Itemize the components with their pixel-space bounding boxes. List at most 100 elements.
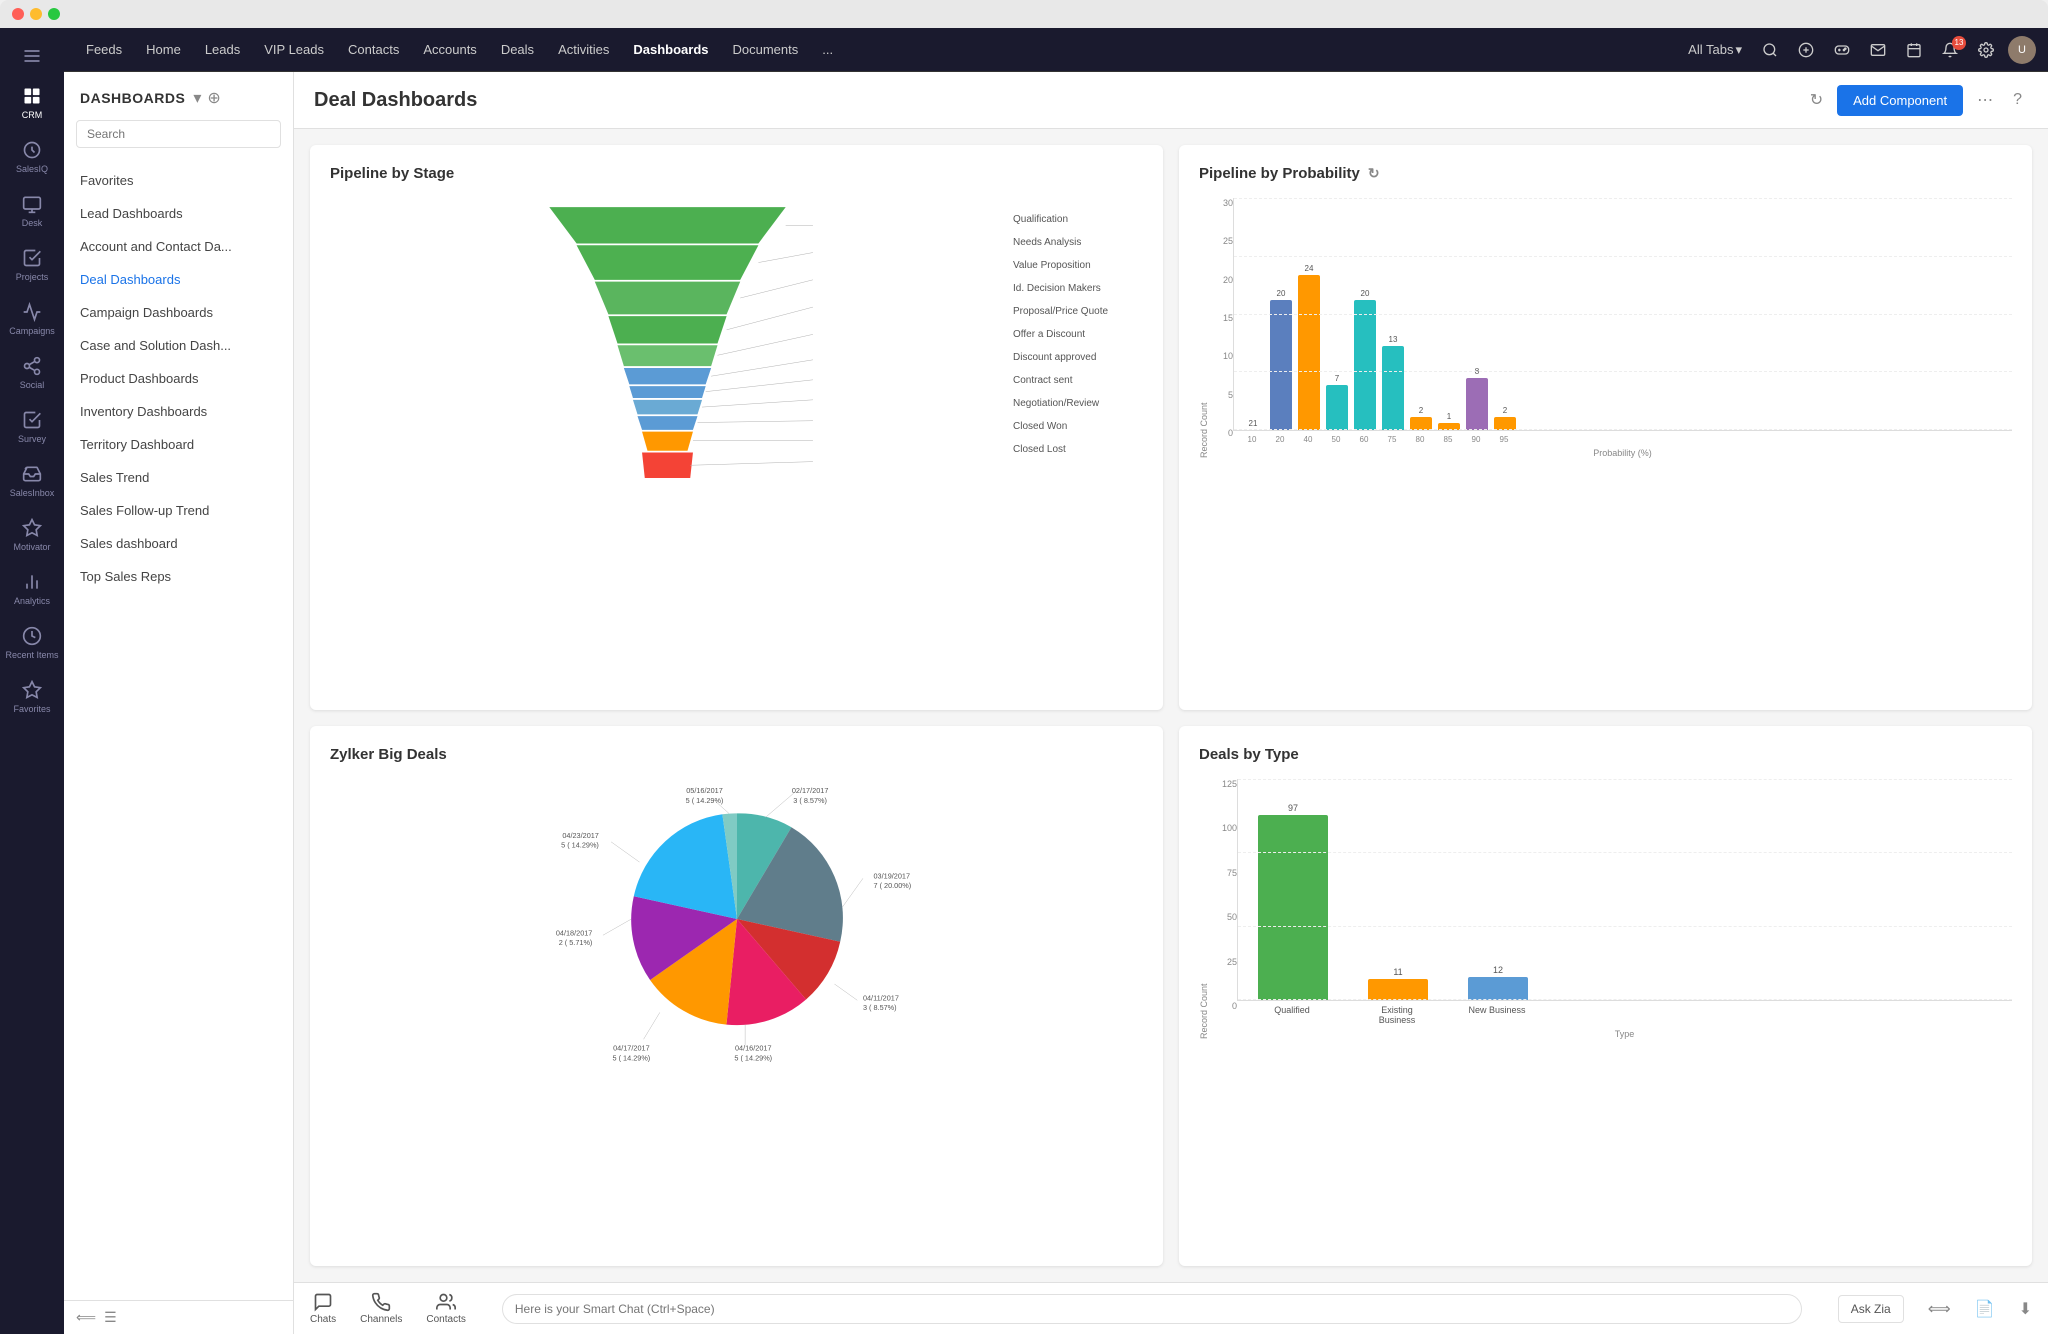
bottom-icon-3[interactable]: ⬇ [2019, 1299, 2032, 1319]
sidebar-nav-sales-trend[interactable]: Sales Trend [64, 461, 293, 494]
nav-dashboards[interactable]: Dashboards [623, 36, 718, 63]
bar-value-new: 12 [1493, 965, 1503, 975]
sidebar-nav-product-dashboards[interactable]: Product Dashboards [64, 362, 293, 395]
notification-count: 13 [1952, 36, 1966, 50]
top-nav-right: All Tabs ▾ [1682, 36, 2036, 64]
nav-activities[interactable]: Activities [548, 36, 619, 63]
sidebar-item-salesiq-label: SalesIQ [16, 164, 48, 174]
deals-type-axes: Record Count 125 100 75 50 25 0 [1199, 779, 1237, 1039]
sidebar-nav-top-sales-reps[interactable]: Top Sales Reps [64, 560, 293, 593]
close-window-btn[interactable] [12, 8, 24, 20]
more-options-btn[interactable]: ⋯ [1971, 84, 1999, 116]
pie-label-0516: 05/16/2017 [686, 786, 723, 795]
sidebar-nav-campaign-dashboards[interactable]: Campaign Dashboards [64, 296, 293, 329]
funnel-labels: Qualification Needs Analysis Value Propo… [1013, 198, 1143, 455]
search-input[interactable] [76, 120, 281, 148]
contacts-btn[interactable]: Contacts [426, 1292, 465, 1325]
refresh-btn[interactable]: ↻ [1804, 84, 1829, 116]
channels-btn[interactable]: Channels [360, 1292, 402, 1325]
smart-chat-input[interactable] [502, 1294, 1802, 1324]
page-title: Deal Dashboards [314, 89, 477, 112]
sidebar-search [64, 116, 293, 160]
sidebar-item-analytics[interactable]: Analytics [1, 562, 62, 616]
deals-type-x-axis-title: Type [1237, 1029, 2012, 1039]
sidebar-item-survey[interactable]: Survey [1, 400, 62, 454]
nav-accounts[interactable]: Accounts [413, 36, 486, 63]
window-chrome [0, 0, 2048, 28]
sidebar-nav-territory-dashboard[interactable]: Territory Dashboard [64, 428, 293, 461]
sidebar-item-favorites[interactable]: Favorites [1, 670, 62, 724]
sidebar-nav-case-solution[interactable]: Case and Solution Dash... [64, 329, 293, 362]
user-avatar[interactable]: U [2008, 36, 2036, 64]
x-label-10: 10 [1241, 435, 1263, 444]
sidebar-item-crm[interactable]: CRM [1, 76, 62, 130]
nav-documents[interactable]: Documents [723, 36, 809, 63]
sidebar-item-salesiq[interactable]: SalesIQ [1, 130, 62, 184]
sidebar-nav-account-contact[interactable]: Account and Contact Da... [64, 230, 293, 263]
bar-60 [1354, 300, 1376, 430]
funnel-label-negotiation: Negotiation/Review [1013, 398, 1143, 409]
help-btn[interactable]: ? [2007, 85, 2028, 115]
bar-group-90: 8 [1466, 367, 1488, 430]
ask-zia-btn[interactable]: Ask Zia [1838, 1295, 1904, 1323]
x-label-85: 85 [1437, 435, 1459, 444]
gamepad-btn[interactable] [1828, 38, 1856, 62]
funnel-label-needs-analysis: Needs Analysis [1013, 237, 1143, 248]
sidebar-collapse-icon[interactable]: ⟸ [76, 1309, 96, 1326]
bar-existing [1368, 979, 1428, 1000]
svg-text:5 ( 14.29%): 5 ( 14.29%) [734, 1053, 772, 1062]
nav-deals[interactable]: Deals [491, 36, 544, 63]
probability-refresh-icon[interactable]: ↻ [1368, 165, 1380, 182]
add-btn[interactable] [1792, 38, 1820, 62]
sidebar-item-recent[interactable]: Recent Items [1, 616, 62, 670]
bottom-icon-2[interactable]: 📄 [1975, 1299, 1995, 1319]
sidebar-item-campaigns-label: Campaigns [9, 326, 55, 336]
sidebar-item-social[interactable]: Social [1, 346, 62, 400]
nav-leads[interactable]: Leads [195, 36, 250, 63]
minimize-window-btn[interactable] [30, 8, 42, 20]
sidebar-nav-sales-dashboard[interactable]: Sales dashboard [64, 527, 293, 560]
nav-feeds[interactable]: Feeds [76, 36, 132, 63]
sidebar-item-desk[interactable]: Desk [1, 184, 62, 238]
sidebar-nav-deal-dashboards[interactable]: Deal Dashboards [64, 263, 293, 296]
bar-value-90: 8 [1475, 367, 1479, 376]
bar-90 [1466, 378, 1488, 430]
notification-btn[interactable]: 13 [1936, 38, 1964, 62]
search-btn[interactable] [1756, 38, 1784, 62]
add-component-btn[interactable]: Add Component [1837, 85, 1963, 116]
svg-text:5 ( 14.29%): 5 ( 14.29%) [612, 1053, 650, 1062]
bar-50 [1326, 385, 1348, 430]
maximize-window-btn[interactable] [48, 8, 60, 20]
email-btn[interactable] [1864, 38, 1892, 62]
sidebar-item-motivator[interactable]: Motivator [1, 508, 62, 562]
sidebar-list-icon[interactable]: ☰ [104, 1309, 117, 1326]
sidebar-nav-lead-dashboards[interactable]: Lead Dashboards [64, 197, 293, 230]
sidebar-nav-inventory-dashboards[interactable]: Inventory Dashboards [64, 395, 293, 428]
bar-value-existing: 11 [1393, 967, 1402, 977]
sidebar-item-projects[interactable]: Projects [1, 238, 62, 292]
nav-contacts[interactable]: Contacts [338, 36, 409, 63]
sidebar-nav-sales-followup[interactable]: Sales Follow-up Trend [64, 494, 293, 527]
probability-x-labels: 10 20 40 50 60 75 80 85 90 95 [1233, 431, 2012, 444]
bottom-icon-1[interactable]: ⟺ [1928, 1299, 1951, 1319]
sidebar-item-social-label: Social [20, 380, 45, 390]
x-label-95: 95 [1493, 435, 1515, 444]
sidebar-item-campaigns[interactable]: Campaigns [1, 292, 62, 346]
sidebar-nav-favorites[interactable]: Favorites [64, 164, 293, 197]
nav-home[interactable]: Home [136, 36, 191, 63]
sidebar-add-icon[interactable]: ⊕ [207, 88, 220, 108]
nav-vip-leads[interactable]: VIP Leads [254, 36, 334, 63]
bottom-bar: Chats Channels Contacts Ask Zia ⟺ [294, 1282, 2048, 1334]
all-tabs-btn[interactable]: All Tabs ▾ [1682, 38, 1748, 62]
pipeline-by-stage-title: Pipeline by Stage [330, 165, 1143, 182]
chats-btn[interactable]: Chats [310, 1292, 336, 1325]
sidebar-dropdown-icon[interactable]: ▾ [193, 88, 201, 108]
bar-80 [1410, 417, 1432, 430]
sidebar-item-salesinbox[interactable]: SalesInbox [1, 454, 62, 508]
sidebar-item-hamburger[interactable] [1, 36, 62, 76]
sidebar-item-projects-label: Projects [16, 272, 49, 282]
calendar-btn[interactable] [1900, 38, 1928, 62]
grid-line [1234, 256, 2012, 257]
settings-btn[interactable] [1972, 38, 2000, 62]
nav-more[interactable]: ... [812, 36, 843, 63]
